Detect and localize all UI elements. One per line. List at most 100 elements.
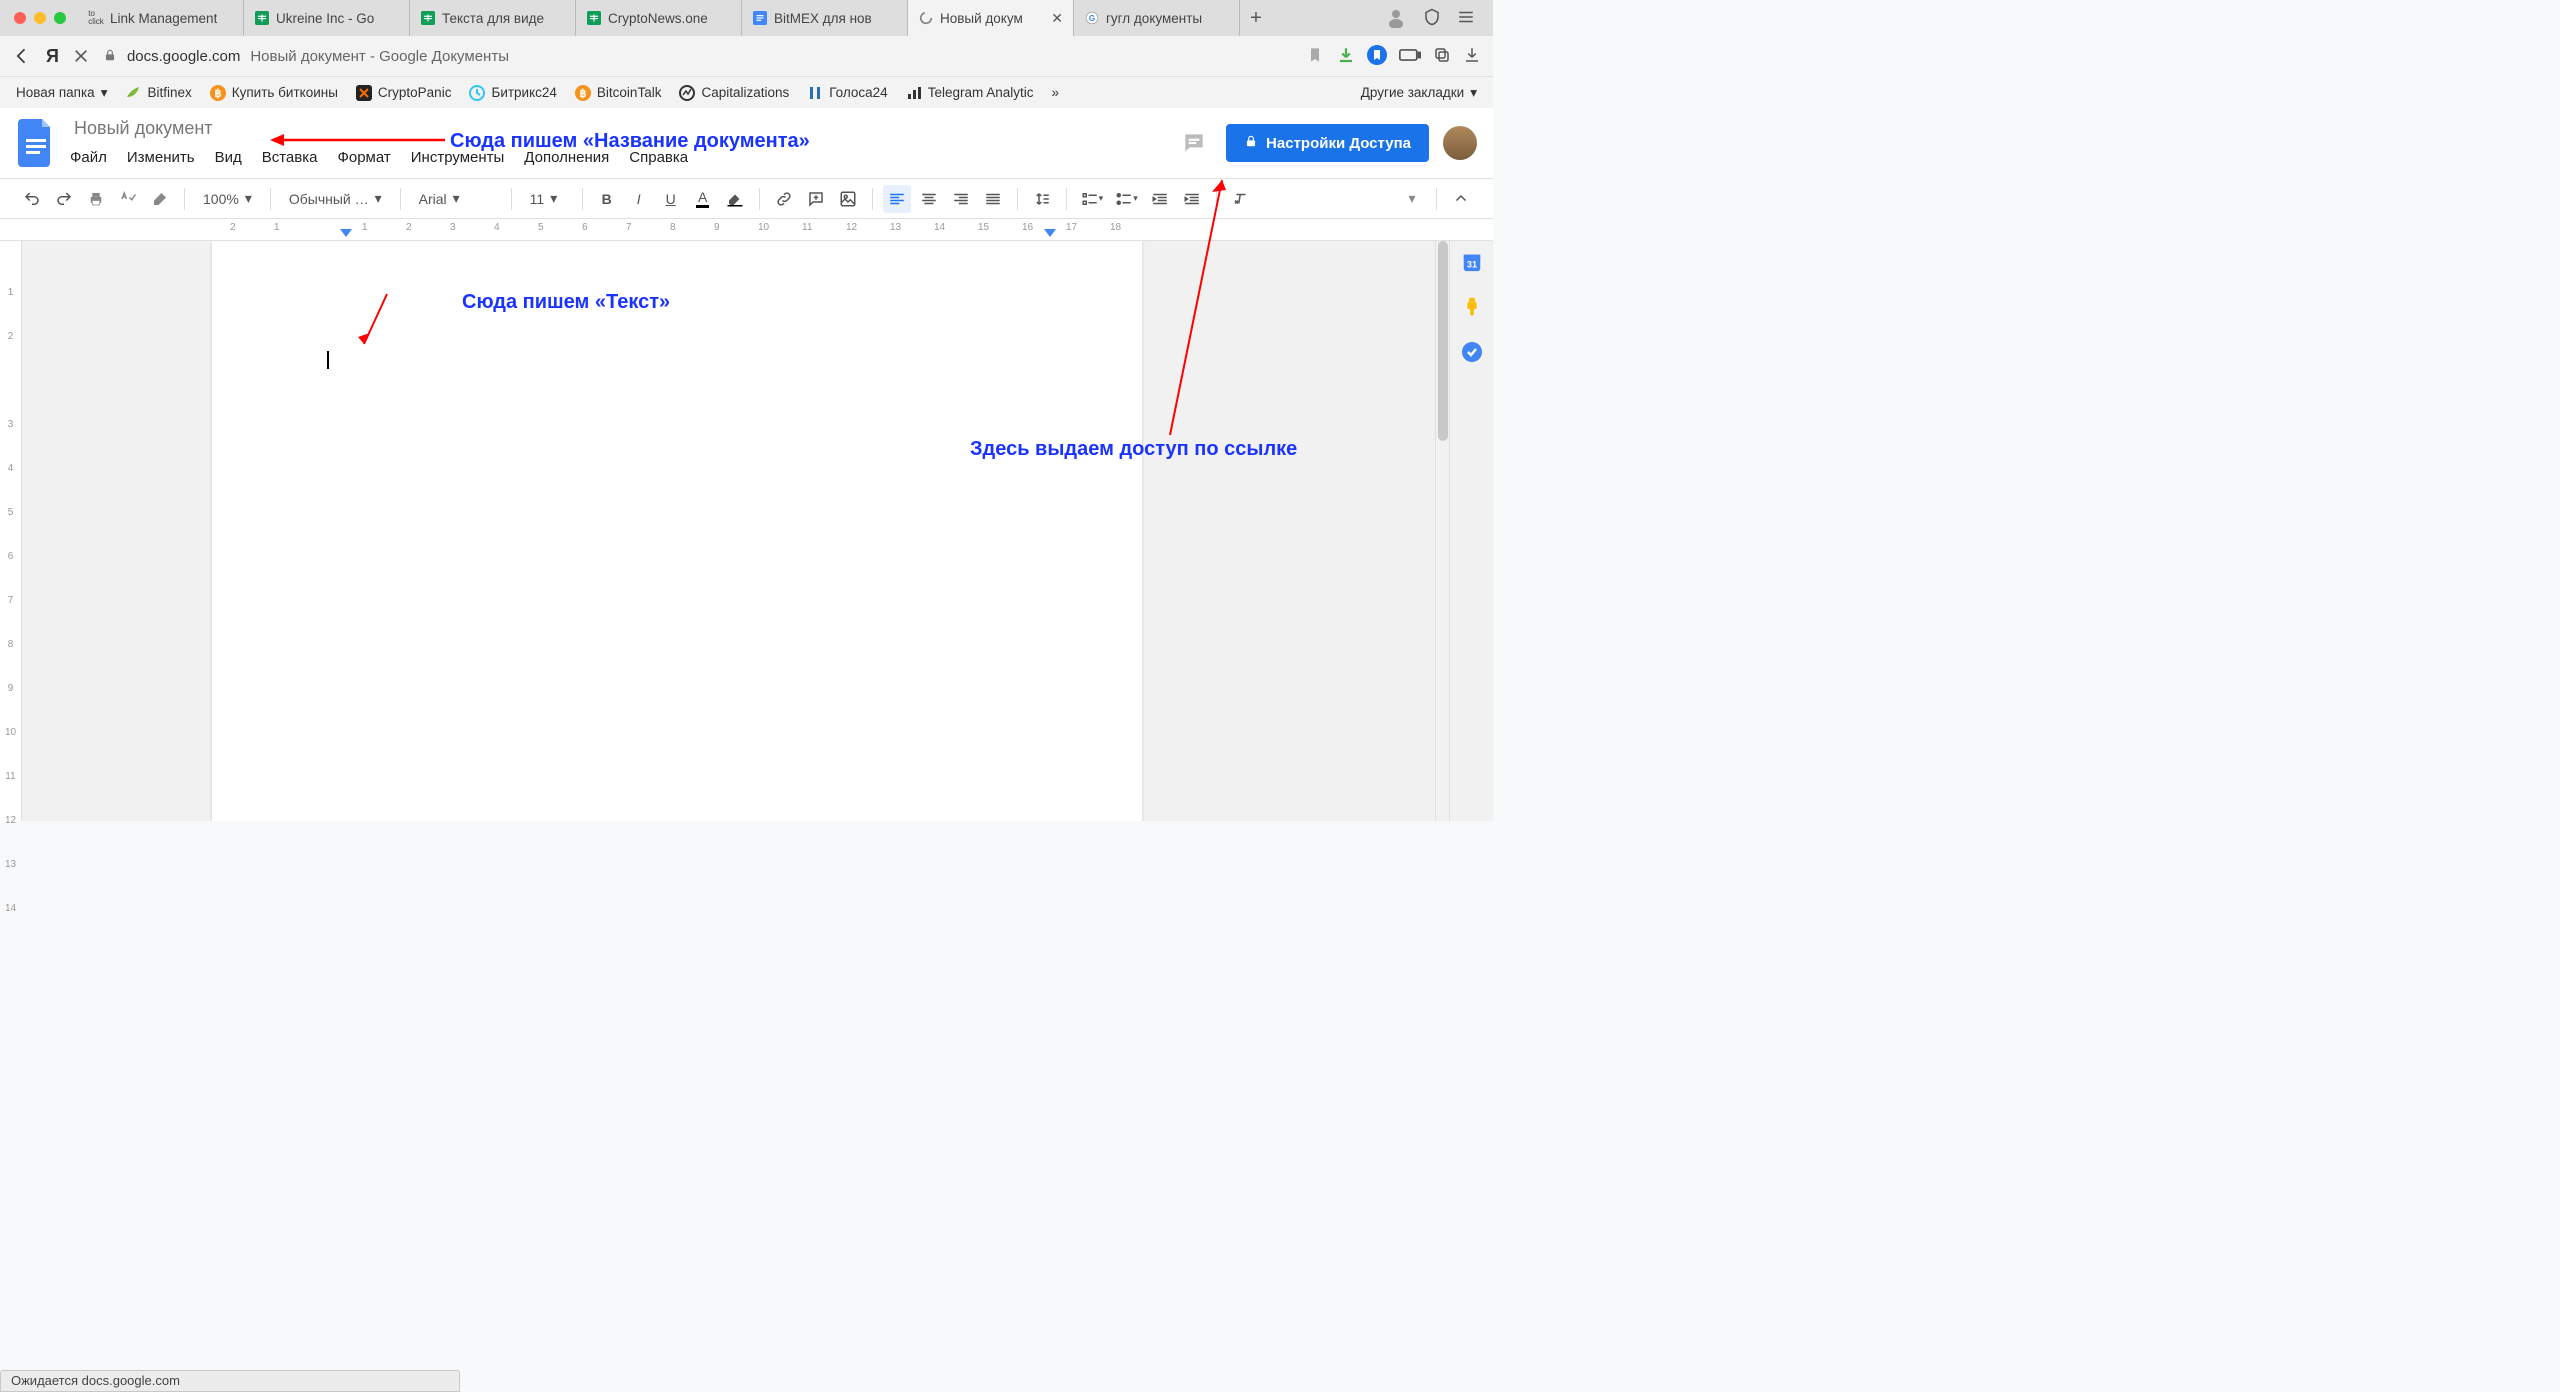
download-icon[interactable] [1337, 46, 1355, 67]
bookmark-item[interactable]: ฿BitcoinTalk [569, 81, 668, 105]
bookmark-item[interactable]: Bitfinex [119, 81, 197, 105]
annotation-body-hint: Сюда пишем «Текст» [462, 291, 670, 314]
account-avatar[interactable] [1443, 126, 1477, 160]
link-button[interactable] [770, 185, 798, 213]
browser-tab[interactable]: BitMEX для нов [742, 0, 908, 36]
bullet-list-button[interactable]: ▾ [1111, 185, 1142, 213]
spellcheck-button[interactable] [114, 185, 142, 213]
yandex-icon[interactable]: Я [46, 46, 59, 67]
text-color-button[interactable]: A [689, 185, 717, 213]
align-left-button[interactable] [883, 185, 911, 213]
redo-button[interactable] [50, 185, 78, 213]
align-center-button[interactable] [915, 185, 943, 213]
bookmark-circle-icon[interactable] [1367, 45, 1387, 68]
undo-button[interactable] [18, 185, 46, 213]
vertical-ruler[interactable]: 1234567891011121314 [0, 241, 22, 821]
horizontal-ruler[interactable]: 21123456789101112131415161718 [0, 219, 1493, 241]
svg-text:฿: ฿ [214, 88, 221, 100]
copy-icon[interactable] [1433, 46, 1451, 67]
bookmark-item[interactable]: Голоса24 [801, 81, 893, 105]
bookmark-star-icon[interactable] [1307, 47, 1323, 66]
menu-insert[interactable]: Вставка [262, 145, 318, 170]
shield-icon[interactable] [1423, 8, 1441, 29]
collapse-toolbar-button[interactable] [1447, 185, 1475, 213]
keep-icon[interactable] [1461, 296, 1483, 321]
analytics-icon [906, 85, 922, 101]
calendar-icon[interactable]: 31 [1461, 251, 1483, 276]
bold-button[interactable]: B [593, 185, 621, 213]
align-justify-button[interactable] [979, 185, 1007, 213]
battery-icon[interactable] [1399, 48, 1421, 65]
comment-button[interactable] [802, 185, 830, 213]
print-button[interactable] [82, 185, 110, 213]
underline-button[interactable]: U [657, 185, 685, 213]
annotation-arrow-title [270, 133, 445, 147]
editing-mode-button[interactable]: ▾ [1398, 185, 1426, 213]
document-area: 1234567891011121314 Сюда пишем «Текст» 3… [0, 241, 1493, 821]
chevron-down-icon: ▾ [375, 190, 382, 207]
bookmark-item[interactable]: Capitalizations [673, 81, 795, 105]
stop-button[interactable] [73, 48, 89, 64]
tab-strip: toclick Link Management Ukreine Inc - Go… [0, 0, 1493, 36]
bookmark-item[interactable]: ฿Купить биткоины [204, 81, 344, 105]
chevron-down-icon: ▾ [550, 190, 557, 207]
paint-format-button[interactable] [146, 185, 174, 213]
text-cursor [327, 351, 329, 369]
browser-tab[interactable]: CryptoNews.one [576, 0, 742, 36]
scroll-thumb[interactable] [1438, 241, 1448, 441]
sheets-icon [254, 10, 270, 26]
menu-icon[interactable] [1457, 8, 1475, 29]
maximize-window-icon[interactable] [54, 12, 66, 24]
share-button[interactable]: Настройки Доступа [1226, 124, 1429, 162]
menu-edit[interactable]: Изменить [127, 145, 195, 170]
url-host: docs.google.com [127, 48, 240, 65]
cmc-icon [679, 85, 695, 101]
close-tab-icon[interactable]: ✕ [1051, 10, 1063, 27]
browser-tab[interactable]: Ukreine Inc - Go [244, 0, 410, 36]
checklist-button[interactable]: ▾ [1077, 185, 1108, 213]
bookmark-item[interactable]: Битрикс24 [463, 81, 562, 105]
tab-label: Новый докум [940, 11, 1023, 26]
browser-tab[interactable]: toclick Link Management [78, 0, 244, 36]
tab-label: Link Management [110, 11, 217, 26]
zoom-dropdown[interactable]: 100%▾ [195, 190, 260, 207]
download-plain-icon[interactable] [1463, 46, 1481, 67]
comments-icon[interactable] [1176, 125, 1212, 161]
menu-format[interactable]: Формат [337, 145, 390, 170]
tasks-icon[interactable] [1461, 341, 1483, 366]
image-button[interactable] [834, 185, 862, 213]
new-tab-button[interactable]: + [1240, 7, 1272, 30]
line-spacing-button[interactable] [1028, 185, 1056, 213]
italic-button[interactable]: I [625, 185, 653, 213]
google-icon: G [1084, 10, 1100, 26]
profile-avatar-icon[interactable] [1385, 6, 1407, 31]
browser-tab[interactable]: G гугл документы [1074, 0, 1240, 36]
browser-tab[interactable]: Текста для виде [410, 0, 576, 36]
address-bar[interactable]: docs.google.com Новый документ - Google … [103, 47, 1323, 66]
browser-tab-active[interactable]: Новый докум ✕ [908, 0, 1074, 36]
annotation-title-hint: Сюда пишем «Название документа» [450, 130, 810, 153]
url-title: Новый документ - Google Документы [250, 48, 509, 65]
highlight-button[interactable] [721, 185, 749, 213]
vertical-scrollbar[interactable] [1435, 241, 1449, 821]
font-family-dropdown[interactable]: Arial▾ [411, 190, 501, 207]
annotation-share-hint: Здесь выдаем доступ по ссылке [970, 438, 1297, 461]
font-size-dropdown[interactable]: 11▾ [522, 190, 572, 207]
minimize-window-icon[interactable] [34, 12, 46, 24]
bookmark-folder[interactable]: Новая папка▾ [10, 81, 113, 105]
window-controls[interactable] [14, 12, 66, 24]
menu-file[interactable]: Файл [70, 145, 107, 170]
menu-view[interactable]: Вид [215, 145, 242, 170]
bookmarks-overflow[interactable]: » [1046, 81, 1066, 104]
annotation-arrow-body [352, 289, 392, 359]
loading-spinner-icon [918, 10, 934, 26]
close-window-icon[interactable] [14, 12, 26, 24]
back-button[interactable] [12, 46, 32, 66]
align-right-button[interactable] [947, 185, 975, 213]
other-bookmarks[interactable]: Другие закладки▾ [1355, 81, 1483, 105]
svg-text:฿: ฿ [579, 88, 586, 100]
paragraph-style-dropdown[interactable]: Обычный …▾ [281, 190, 390, 207]
docs-logo-icon[interactable] [16, 117, 56, 169]
bookmark-item[interactable]: Telegram Analytic [900, 81, 1040, 105]
bookmark-item[interactable]: CryptoPanic [350, 81, 458, 105]
